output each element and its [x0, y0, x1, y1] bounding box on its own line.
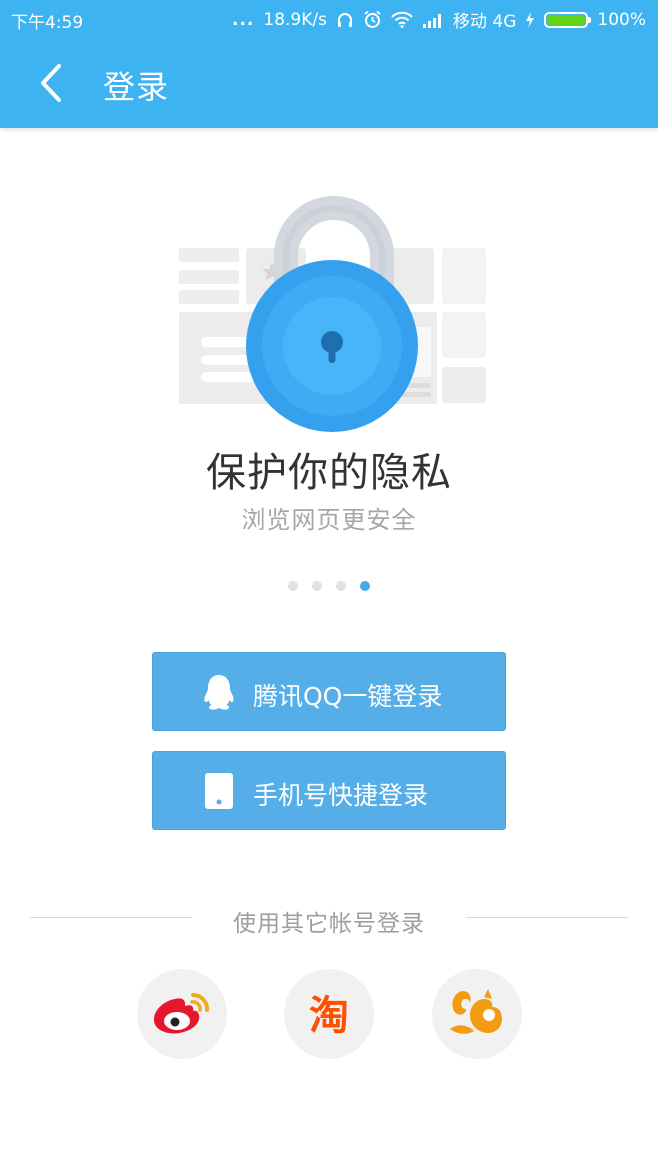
alarm-icon — [364, 10, 381, 28]
other-login-divider: 使用其它帐号登录 — [0, 900, 658, 937]
chevron-left-icon — [41, 64, 61, 102]
status-bar: 下午4:59 ... 18.9K/s 移动 4G 100% — [0, 0, 658, 38]
uc-login-button[interactable] — [432, 969, 522, 1059]
headphones-icon — [337, 12, 352, 27]
weibo-icon — [153, 992, 210, 1034]
divider-line-right — [466, 917, 628, 918]
taobao-login-button[interactable]: 淘 — [284, 969, 374, 1059]
nav-bar: 登录 — [0, 38, 658, 128]
page-indicator — [0, 581, 658, 591]
page-title: 登录 — [103, 68, 170, 106]
qq-penguin-icon — [204, 675, 234, 710]
page-dot[interactable] — [288, 581, 298, 591]
phone-login-label: 手机号快捷登录 — [253, 781, 429, 810]
page-dot[interactable] — [336, 581, 346, 591]
qq-login-button[interactable]: 腾讯QQ一键登录 — [152, 652, 506, 731]
network-speed: 18.9K/s — [263, 9, 327, 30]
back-button[interactable] — [26, 56, 76, 110]
signal-icon — [422, 13, 441, 28]
qq-login-label: 腾讯QQ一键登录 — [253, 682, 443, 711]
weibo-login-button[interactable] — [137, 969, 227, 1059]
taobao-icon: 淘 — [309, 993, 349, 1039]
charging-icon — [526, 11, 535, 28]
hero-subtitle: 浏览网页更安全 — [241, 506, 417, 534]
page-dot[interactable] — [312, 581, 322, 591]
status-dots: ... — [232, 9, 255, 30]
svg-text:淘: 淘 — [309, 993, 349, 1039]
padlock-privacy-icon — [179, 196, 486, 432]
wifi-icon — [391, 11, 413, 28]
hero-title: 保护你的隐私 — [206, 450, 452, 496]
status-right: ... 18.9K/s 移动 4G 100% — [232, 7, 646, 33]
battery-icon — [544, 11, 592, 28]
carrier-label: 移动 4G — [452, 12, 517, 32]
status-time: 下午4:59 — [11, 13, 84, 33]
other-login-label: 使用其它帐号登录 — [233, 911, 425, 937]
uc-squirrel-icon — [450, 989, 502, 1034]
page-dot-active[interactable] — [360, 581, 370, 591]
battery-level: 100% — [597, 9, 646, 30]
phone-login-button[interactable]: 手机号快捷登录 — [152, 751, 506, 830]
phone-icon — [205, 773, 233, 809]
header: 下午4:59 ... 18.9K/s 移动 4G 100% 登录 — [0, 0, 658, 128]
